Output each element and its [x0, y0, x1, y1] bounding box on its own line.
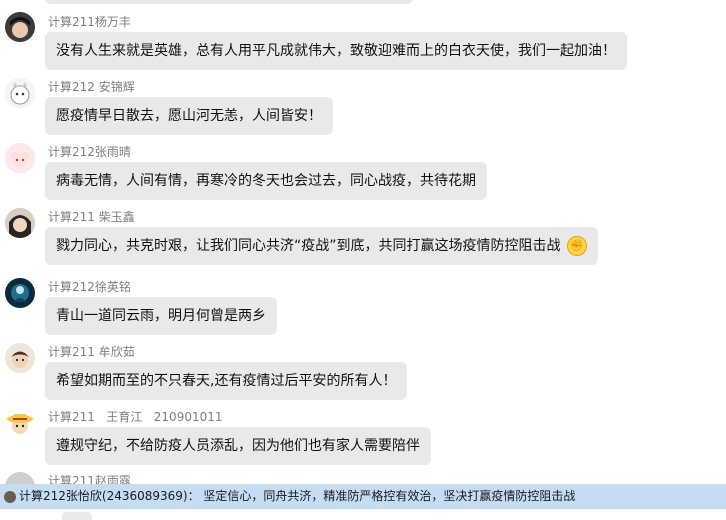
- sender-name[interactable]: 计算211杨万丰: [48, 15, 131, 29]
- banner-avatar-icon: [4, 490, 16, 503]
- avatar[interactable]: [5, 278, 35, 308]
- sender-name[interactable]: 计算211 柴玉鑫: [48, 210, 135, 224]
- avatar[interactable]: [5, 12, 35, 42]
- message-bubble[interactable]: 希望如期而至的不只春天,还有疫情过后平安的所有人！: [45, 362, 408, 400]
- avatar[interactable]: [5, 343, 35, 373]
- sender-name[interactable]: 计算211 牟欣茹: [48, 345, 135, 359]
- message-bubble[interactable]: 愿疫情早日散去，愿山河无恙，人间皆安！: [45, 97, 333, 135]
- avatar[interactable]: [5, 208, 35, 238]
- avatar-dark-hair-icon: [5, 12, 35, 42]
- avatar[interactable]: [5, 408, 35, 438]
- sender-name[interactable]: 计算212张雨晴: [48, 145, 131, 159]
- fist-emoji-icon: ✊: [566, 236, 587, 256]
- message-text: 戮力同心，共克时艰，让我们同心共济“疫战”到底，共同打赢这场疫情防控阻击战: [56, 238, 561, 254]
- message-bubble[interactable]: 青山一道同云雨，明月何曾是两乡: [45, 297, 277, 335]
- sender-name[interactable]: 计算211 王育江 210901011: [48, 410, 223, 424]
- avatar[interactable]: [5, 78, 35, 108]
- sender-name[interactable]: 计算212 安锦辉: [48, 80, 135, 94]
- avatar-white-cat-icon: [5, 78, 35, 108]
- previous-message-bubble: [45, 0, 413, 4]
- new-message-banner[interactable]: 计算212张怡欣(2436089369)： 坚定信心，同舟共济，精准防严格控有效…: [0, 484, 726, 509]
- message-bubble[interactable]: 遵规守纪，不给防疫人员添乱，因为他们也有家人需要陪伴: [45, 427, 431, 465]
- avatar-straw-hat-icon: [5, 408, 35, 438]
- message-bubble[interactable]: 戮力同心，共克时艰，让我们同心共济“疫战”到底，共同打赢这场疫情防控阻击战 ✊: [45, 227, 598, 265]
- banner-text: 计算212张怡欣(2436089369)： 坚定信心，同舟共济，精准防严格控有效…: [19, 489, 576, 503]
- chat-history[interactable]: 计算211杨万丰 没有人生来就是英雄，总有人用平凡成就伟大，致敬迎难而上的白衣天…: [0, 0, 726, 520]
- message-bubble[interactable]: 病毒无情，人间有情，再寒冷的冬天也会过去，同心战疫，共待花期: [45, 162, 487, 200]
- avatar-girl-photo-icon: [5, 208, 35, 238]
- message-bubble[interactable]: 没有人生来就是英雄，总有人用平凡成就伟大，致敬迎难而上的白衣天使，我们一起加油！: [45, 32, 627, 70]
- partial-message-bubble: [62, 512, 92, 520]
- avatar-cartoon-boy-icon: [5, 343, 35, 373]
- avatar[interactable]: [5, 143, 35, 173]
- sender-name[interactable]: 计算212徐英铭: [48, 280, 131, 294]
- avatar-pink-anime-icon: [5, 143, 35, 173]
- avatar-blue-night-icon: [5, 278, 35, 308]
